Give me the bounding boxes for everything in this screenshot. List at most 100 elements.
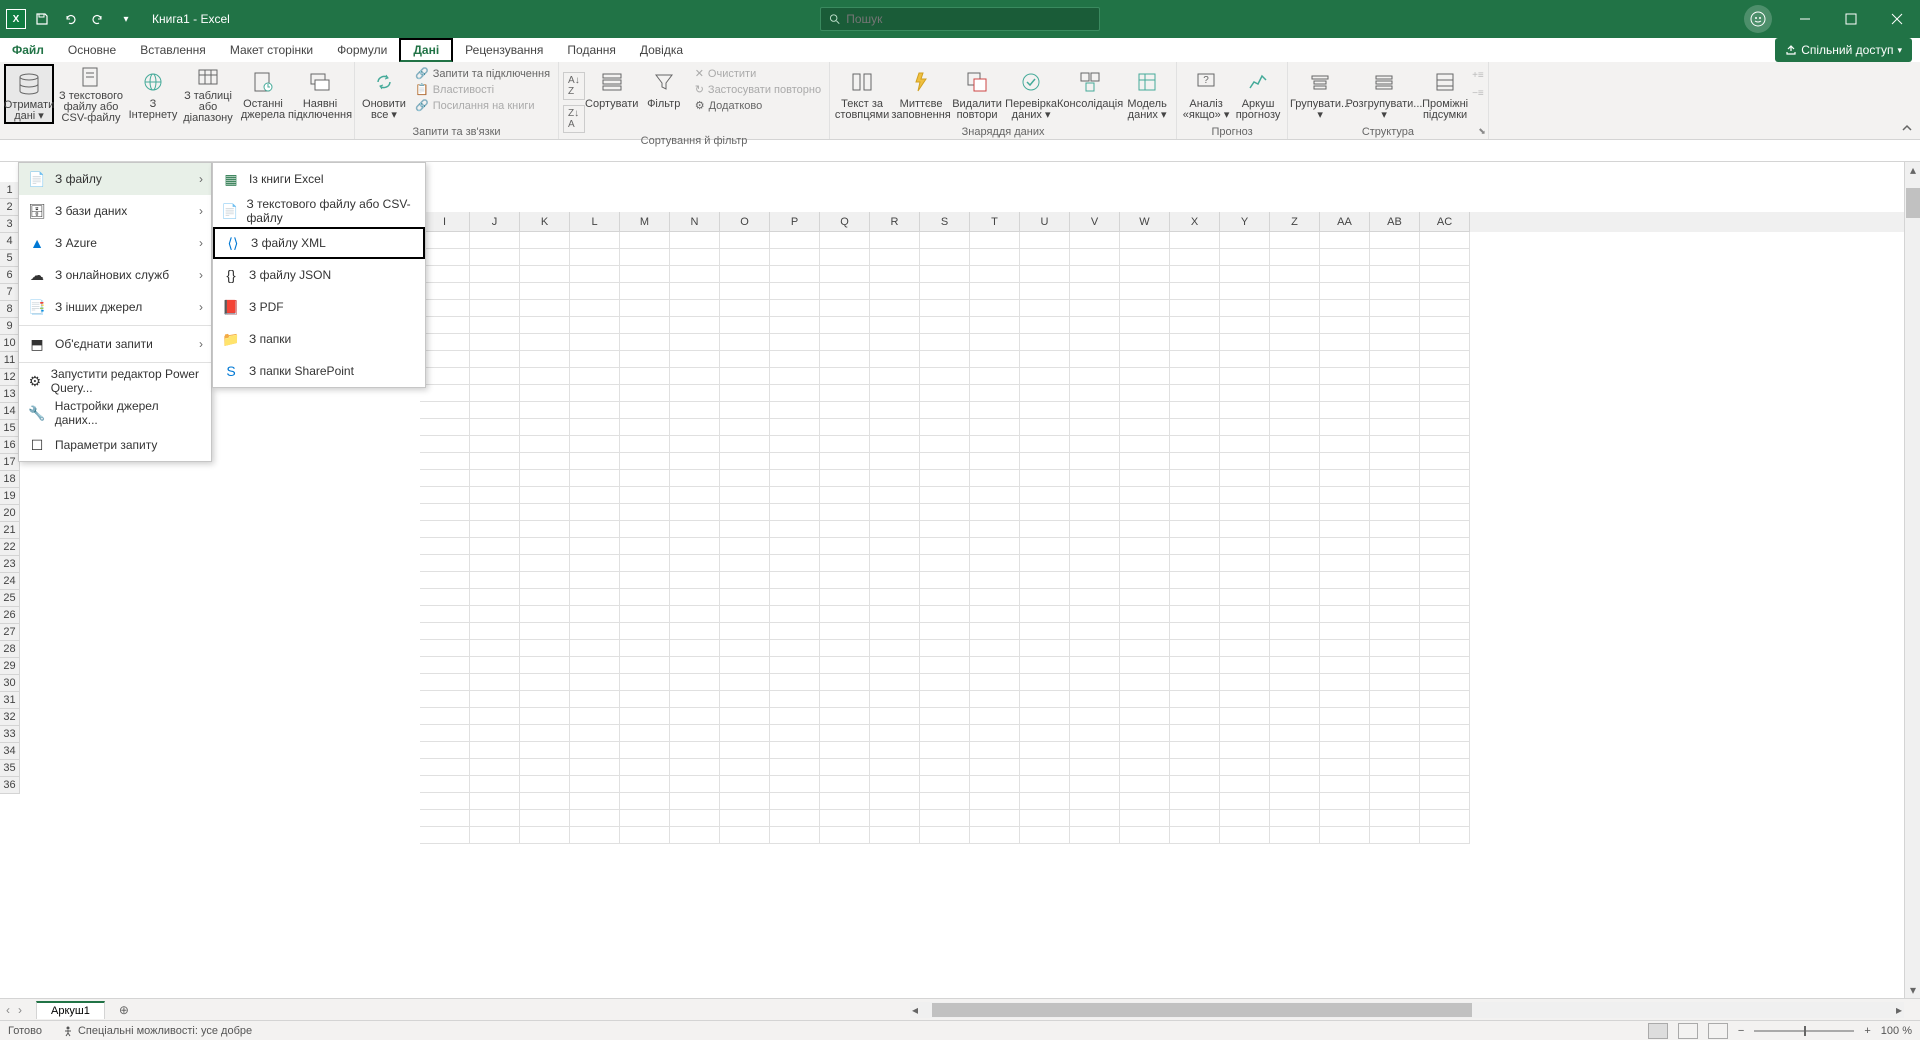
cell[interactable] [770,572,820,589]
cell[interactable] [1220,657,1270,674]
cell[interactable] [970,606,1020,623]
cell[interactable] [470,640,520,657]
edit-links-button[interactable]: 🔗 Посилання на книги [411,98,554,113]
sheet-nav-next[interactable]: › [18,1003,22,1017]
cell[interactable] [1320,538,1370,555]
cell[interactable] [770,470,820,487]
formula-bar[interactable] [0,140,1920,162]
cell[interactable] [1370,589,1420,606]
accessibility-status[interactable]: Спеціальні можливості: усе добре [62,1025,252,1037]
cell[interactable] [1220,623,1270,640]
cell[interactable] [1220,555,1270,572]
row-header[interactable]: 26 [0,607,20,624]
cell[interactable] [720,470,770,487]
cell[interactable] [1370,368,1420,385]
cell[interactable] [620,640,670,657]
cell[interactable] [970,300,1020,317]
column-header[interactable]: K [520,212,570,232]
cell[interactable] [720,623,770,640]
column-header[interactable]: L [570,212,620,232]
cell[interactable] [1020,538,1070,555]
cell[interactable] [1120,657,1170,674]
cell[interactable] [1070,776,1120,793]
cell[interactable] [1170,317,1220,334]
properties-button[interactable]: 📋 Властивості [411,82,554,97]
row-header[interactable]: 22 [0,539,20,556]
cell[interactable] [620,232,670,249]
cell[interactable] [720,487,770,504]
cell[interactable] [420,487,470,504]
show-detail-button[interactable]: +≡ [1472,70,1484,81]
cell[interactable] [1220,368,1270,385]
cell[interactable] [520,266,570,283]
cell[interactable] [770,640,820,657]
cell[interactable] [820,385,870,402]
cell[interactable] [920,504,970,521]
queries-conn-button[interactable]: 🔗 Запити та підключення [411,66,554,81]
cell[interactable] [620,793,670,810]
cell[interactable] [1270,674,1320,691]
submenu-from-excel[interactable]: ▦ Із книги Excel [213,163,425,195]
cell[interactable] [1420,708,1470,725]
reapply-button[interactable]: ↻ Застосувати повторно [691,82,825,97]
row-header[interactable]: 15 [0,420,20,437]
cell[interactable] [970,623,1020,640]
cell[interactable] [670,759,720,776]
cell[interactable] [1120,232,1170,249]
cell[interactable] [1170,470,1220,487]
cell[interactable] [720,521,770,538]
forecast-button[interactable]: Аркуш прогнозу [1233,64,1283,124]
cell[interactable] [770,827,820,844]
sort-za-button[interactable]: Z↓A [563,105,585,133]
cell[interactable] [670,572,720,589]
cell[interactable] [1220,300,1270,317]
cell[interactable] [1020,283,1070,300]
menu-pq-editor[interactable]: ⚙ Запустити редактор Power Query... [19,365,211,397]
cell[interactable] [970,776,1020,793]
cell[interactable] [670,589,720,606]
cell[interactable] [920,385,970,402]
cell[interactable] [570,368,620,385]
whatif-button[interactable]: ? Аналіз «якщо» ▾ [1181,64,1231,124]
cell[interactable] [1370,572,1420,589]
user-avatar[interactable] [1744,5,1772,33]
cell[interactable] [1020,572,1070,589]
cell[interactable] [420,317,470,334]
cell[interactable] [1070,708,1120,725]
cell[interactable] [870,436,920,453]
cells[interactable] [420,232,1904,998]
cell[interactable] [1420,589,1470,606]
tab-review[interactable]: Рецензування [453,38,555,62]
cell[interactable] [620,742,670,759]
from-table-button[interactable]: З таблиці або діапазону [180,64,236,124]
advanced-filter-button[interactable]: ⚙ Додатково [691,98,825,113]
cell[interactable] [970,317,1020,334]
cell[interactable] [1270,555,1320,572]
cell[interactable] [870,691,920,708]
row-header[interactable]: 18 [0,471,20,488]
cell[interactable] [1070,810,1120,827]
collapse-ribbon-button[interactable] [1900,121,1914,135]
cell[interactable] [420,759,470,776]
cell[interactable] [1070,368,1120,385]
cell[interactable] [620,249,670,266]
cell[interactable] [1120,419,1170,436]
cell[interactable] [670,776,720,793]
cell[interactable] [620,538,670,555]
cell[interactable] [1270,334,1320,351]
cell[interactable] [570,504,620,521]
cell[interactable] [1170,640,1220,657]
cell[interactable] [1120,351,1170,368]
cell[interactable] [1420,419,1470,436]
cell[interactable] [1070,419,1120,436]
cell[interactable] [1420,487,1470,504]
cell[interactable] [420,385,470,402]
cell[interactable] [520,368,570,385]
cell[interactable] [1420,521,1470,538]
cell[interactable] [470,521,520,538]
cell[interactable] [470,368,520,385]
cell[interactable] [470,283,520,300]
cell[interactable] [1320,385,1370,402]
cell[interactable] [1420,266,1470,283]
cell[interactable] [720,674,770,691]
